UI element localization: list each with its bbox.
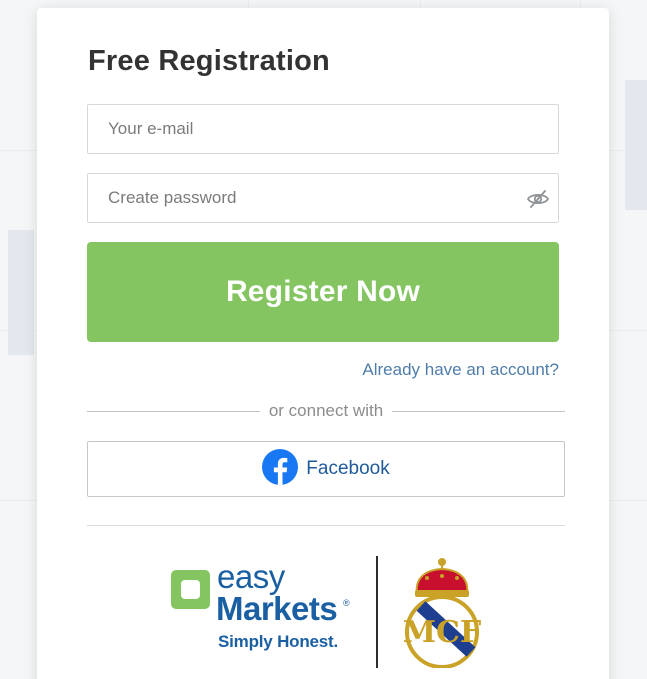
divider-line-left — [87, 410, 260, 412]
password-field[interactable] — [88, 174, 558, 222]
easymarkets-logo-markets: Markets — [216, 590, 338, 627]
section-divider — [87, 525, 565, 526]
connect-text: or connect with — [268, 401, 384, 420]
eye-slash-icon[interactable] — [526, 187, 550, 211]
real-madrid-crest-icon: MCF — [401, 556, 483, 669]
facebook-label: Facebook — [306, 458, 390, 479]
divider-line-right — [392, 410, 565, 412]
email-field[interactable] — [88, 105, 558, 153]
svg-text:MCF: MCF — [403, 615, 481, 650]
registration-card: Free Registration Register Now Already h… — [37, 8, 609, 679]
login-link[interactable]: Already have an account? — [362, 360, 559, 380]
easymarkets-logo-mark — [171, 570, 210, 609]
easymarkets-tagline: Simply Honest. — [218, 632, 339, 651]
registered-mark: ® — [343, 598, 350, 608]
email-field-wrapper — [87, 104, 559, 154]
facebook-icon — [262, 448, 299, 490]
connect-divider: or connect with — [87, 400, 565, 422]
register-button[interactable]: Register Now — [87, 242, 559, 342]
logo-separator — [376, 556, 378, 668]
partner-logos: easy Markets ® Simply Honest. MCF — [169, 556, 489, 671]
facebook-button[interactable]: Facebook — [87, 441, 565, 497]
page-title: Free Registration — [88, 45, 330, 77]
password-field-wrapper — [87, 173, 559, 223]
